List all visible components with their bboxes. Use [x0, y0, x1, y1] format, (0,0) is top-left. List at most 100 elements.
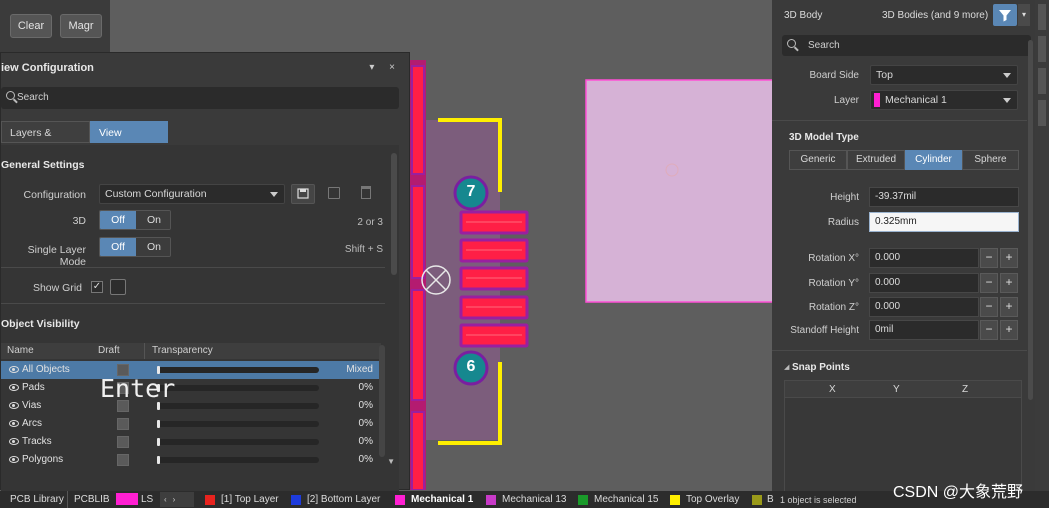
side-tab[interactable] [1038, 36, 1046, 62]
layer-tab-mechanical-15[interactable]: Mechanical 15 [594, 494, 658, 505]
transparency-slider[interactable] [157, 438, 319, 446]
rotation-y-input[interactable]: 0.000 [869, 273, 979, 293]
properties-search-input[interactable]: Search [782, 35, 1031, 56]
layer-tab-top-layer[interactable]: [1] Top Layer [221, 494, 279, 505]
table-row[interactable]: Tracks 0% [1, 433, 381, 451]
column-name: Name [7, 345, 34, 356]
divider [1, 267, 385, 268]
magnify-button[interactable]: Magr [60, 14, 102, 38]
model-type-cylinder[interactable]: Cylinder [905, 150, 962, 170]
side-tab[interactable] [1038, 4, 1046, 30]
selection-status: 1 object is selected [780, 495, 857, 505]
show-grid-checkbox[interactable]: ✓ [91, 281, 103, 293]
rotation-x-decrement[interactable]: − [980, 248, 998, 268]
configuration-dropdown[interactable]: Custom Configuration [99, 184, 285, 204]
layer-tab-mechanical-1[interactable]: Mechanical 1 [411, 494, 473, 505]
tab-layers-colors[interactable]: Layers & Colors [1, 121, 90, 161]
transparency-slider[interactable] [157, 384, 319, 392]
eye-icon[interactable] [9, 366, 19, 373]
side-tab[interactable] [1038, 68, 1046, 94]
collapse-icon[interactable]: ◢ [784, 363, 789, 371]
scroll-down-icon[interactable]: ▼ [387, 457, 395, 466]
layer-tab-top-overlay[interactable]: Top Overlay [686, 494, 739, 505]
save-configuration-icon[interactable] [291, 184, 315, 204]
transparency-slider[interactable] [157, 366, 319, 374]
view-config-search-input[interactable]: Search [1, 87, 399, 109]
table-row[interactable]: Polygons 0% [1, 451, 381, 469]
single-layer-shortcut: Shift + S [344, 244, 383, 255]
panel-title-buttons[interactable]: ▾ × [369, 62, 401, 73]
rotation-y-increment[interactable]: + [1000, 273, 1018, 293]
standoff-decrement[interactable]: − [980, 320, 998, 340]
eye-icon[interactable] [9, 384, 19, 391]
tab-pcblib[interactable]: PCBLIB [74, 494, 110, 505]
snap-column-z: Z [962, 384, 969, 395]
eye-icon[interactable] [9, 420, 19, 427]
board-side-label: Board Side [809, 70, 859, 81]
side-panel-tabs [1035, 0, 1049, 494]
eye-icon[interactable] [9, 402, 19, 409]
snap-points-table[interactable]: X Y Z [784, 380, 1022, 494]
transparency-slider[interactable] [157, 402, 319, 410]
settings-scrollbar[interactable] [391, 153, 397, 275]
snap-column-y: Y [893, 384, 900, 395]
save-icon[interactable] [328, 187, 340, 199]
watermark: CSDN @大象荒野 [893, 484, 1024, 501]
standoff-height-input[interactable]: 0mil [869, 320, 979, 340]
eye-icon[interactable] [9, 456, 19, 463]
3d-toggle[interactable]: Off On [99, 210, 171, 230]
table-row[interactable]: Arcs 0% [1, 415, 381, 433]
table-scrollbar[interactable] [379, 345, 385, 457]
trash-icon[interactable] [361, 186, 371, 199]
layer-scroll-arrows[interactable]: ‹› [160, 492, 194, 507]
tab-pcb-library[interactable]: PCB Library [10, 494, 64, 505]
layer-tab-bottom-layer[interactable]: [2] Bottom Layer [307, 494, 380, 505]
tab-view-options[interactable]: View Options [90, 121, 168, 161]
clear-button[interactable]: Clear [10, 14, 52, 38]
layer-tab-mechanical-13[interactable]: Mechanical 13 [502, 494, 566, 505]
radius-input[interactable]: 0.325mm [869, 212, 1019, 232]
table-row[interactable]: All Objects Mixed [1, 361, 381, 379]
draft-checkbox[interactable] [117, 418, 129, 430]
properties-scrollbar[interactable] [1028, 40, 1033, 400]
search-icon [6, 91, 15, 100]
draft-checkbox[interactable] [117, 436, 129, 448]
layer-dropdown[interactable]: Mechanical 1 [870, 90, 1018, 110]
filter-button[interactable] [993, 4, 1017, 26]
show-grid-label: Show Grid [32, 282, 82, 294]
rotation-x-input[interactable]: 0.000 [869, 248, 979, 268]
filter-dropdown-icon[interactable]: ▾ [1018, 4, 1030, 26]
rotation-x-increment[interactable]: + [1000, 248, 1018, 268]
layer-tab-b[interactable]: B [767, 494, 774, 505]
layer-set-ls[interactable]: LS [141, 494, 153, 505]
board-side-dropdown[interactable]: Top [870, 65, 1018, 85]
chevron-down-icon [270, 192, 278, 197]
height-label: Height [830, 192, 859, 203]
properties-panel: 3D Body 3D Bodies (and 9 more) ▾ Search … [772, 0, 1035, 494]
standoff-increment[interactable]: + [1000, 320, 1018, 340]
pad-number-7: 7 [466, 183, 476, 200]
model-type-extruded[interactable]: Extruded [847, 150, 905, 170]
model-type-sphere[interactable]: Sphere [962, 150, 1019, 170]
transparency-slider[interactable] [157, 456, 319, 464]
transparency-slider[interactable] [157, 420, 319, 428]
3d-label: 3D [72, 215, 86, 227]
status-bar: PCB Library PCBLIB LS ‹› [1] Top Layer [… [0, 491, 1049, 508]
model-type-generic[interactable]: Generic [789, 150, 847, 170]
grid-options-button[interactable] [110, 279, 126, 295]
height-input[interactable]: -39.37mil [869, 187, 1019, 207]
single-layer-mode-toggle[interactable]: Off On [99, 237, 171, 257]
top-overlay-swatch [670, 495, 680, 505]
rotation-y-label: Rotation Y° [808, 278, 859, 289]
rotation-y-decrement[interactable]: − [980, 273, 998, 293]
side-tab[interactable] [1038, 100, 1046, 126]
rotation-z-input[interactable]: 0.000 [869, 297, 979, 317]
rotation-z-decrement[interactable]: − [980, 297, 998, 317]
ls-color-swatch[interactable] [116, 493, 138, 505]
table-row[interactable]: Vias 0% [1, 397, 381, 415]
eye-icon[interactable] [9, 438, 19, 445]
draft-checkbox[interactable] [117, 454, 129, 466]
mechanical-1-swatch [395, 495, 405, 505]
rotation-z-increment[interactable]: + [1000, 297, 1018, 317]
table-row[interactable]: Pads 0% [1, 379, 381, 397]
